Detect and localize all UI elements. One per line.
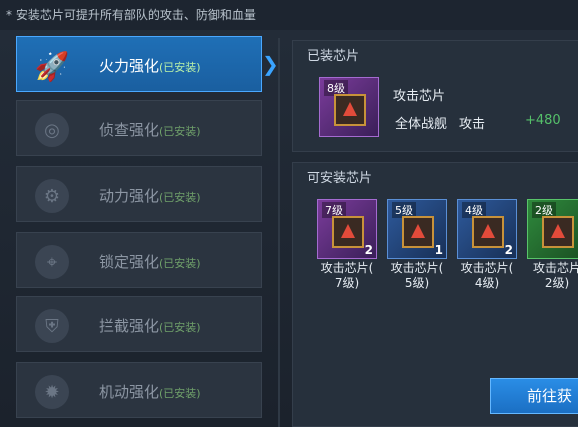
- chip-core-icon: [332, 216, 364, 248]
- sidebar-item-label: 锁定强化: [99, 253, 160, 271]
- chip-item-7[interactable]: 7级 2: [317, 199, 377, 259]
- chip-core-icon: [334, 94, 366, 126]
- sidebar-item-mobility[interactable]: ✹ 机动强化(已安装): [16, 362, 262, 418]
- status-badge: (已安装): [159, 125, 201, 138]
- chip-label: 攻击芯片(4级): [460, 261, 514, 290]
- sidebar-item-label: 拦截强化: [99, 317, 160, 335]
- sidebar-item-label: 火力强化: [99, 57, 160, 75]
- chip-count: 2: [364, 243, 373, 257]
- radar-icon: ◎: [35, 113, 69, 147]
- shield-device-icon: ⛨: [35, 309, 69, 343]
- chip-core-icon: [542, 216, 574, 248]
- target-lock-icon: ⌖: [35, 245, 69, 279]
- chip-count: 2: [504, 243, 513, 257]
- installed-title: 已装芯片: [307, 49, 360, 64]
- sidebar-item-label: 侦查强化: [99, 121, 160, 139]
- installed-chip-icon[interactable]: 8级: [319, 77, 379, 137]
- rocket-icon: 🚀: [34, 49, 70, 83]
- installed-chip-target: 全体战舰: [395, 117, 448, 132]
- engine-icon: ⚙: [35, 179, 69, 213]
- chip-label: 攻击芯片(5级): [390, 261, 444, 290]
- chip-item-5[interactable]: 5级 1: [387, 199, 447, 259]
- chip-panel: 已装芯片 8级 攻击芯片 全体战舰 攻击 +480 可安装芯片 7级 2 攻击芯…: [278, 38, 578, 427]
- installed-section: 已装芯片 8级 攻击芯片 全体战舰 攻击 +480: [292, 40, 578, 152]
- sidebar-item-label: 机动强化: [99, 383, 160, 401]
- status-badge: (已安装): [159, 321, 201, 334]
- chip-label: 攻击芯片 2级): [532, 261, 578, 290]
- status-badge: (已安装): [159, 61, 201, 74]
- sidebar-item-power[interactable]: ⚙ 动力强化(已安装): [16, 166, 262, 222]
- installed-chip-stat: 攻击: [459, 117, 486, 132]
- chip-item-2[interactable]: 2级: [527, 199, 578, 259]
- gear-emblem-icon: ✹: [35, 375, 69, 409]
- chip-core-icon: [472, 216, 504, 248]
- chip-item-4[interactable]: 4级 2: [457, 199, 517, 259]
- sidebar-item-intercept[interactable]: ⛨ 拦截强化(已安装): [16, 296, 262, 352]
- available-title: 可安装芯片: [307, 171, 373, 186]
- goto-button[interactable]: 前往获: [490, 378, 578, 414]
- installed-chip-name: 攻击芯片: [393, 89, 446, 104]
- sidebar-item-firepower[interactable]: 🚀 火力强化(已安装): [16, 36, 262, 92]
- status-badge: (已安装): [159, 191, 201, 204]
- chip-core-icon: [402, 216, 434, 248]
- sidebar-item-label: 动力强化: [99, 187, 160, 205]
- tip-text: * 安装芯片可提升所有部队的攻击、防御和血量: [6, 8, 256, 22]
- chip-label: 攻击芯片(7级): [320, 261, 374, 290]
- installed-chip-bonus: +480: [525, 113, 561, 128]
- sidebar-item-recon[interactable]: ◎ 侦查强化(已安装): [16, 100, 262, 156]
- sidebar-item-lock[interactable]: ⌖ 锁定强化(已安装): [16, 232, 262, 288]
- chevron-right-icon: ❯: [262, 52, 279, 76]
- status-badge: (已安装): [159, 257, 201, 270]
- status-badge: (已安装): [159, 387, 201, 400]
- chip-count: 1: [434, 243, 443, 257]
